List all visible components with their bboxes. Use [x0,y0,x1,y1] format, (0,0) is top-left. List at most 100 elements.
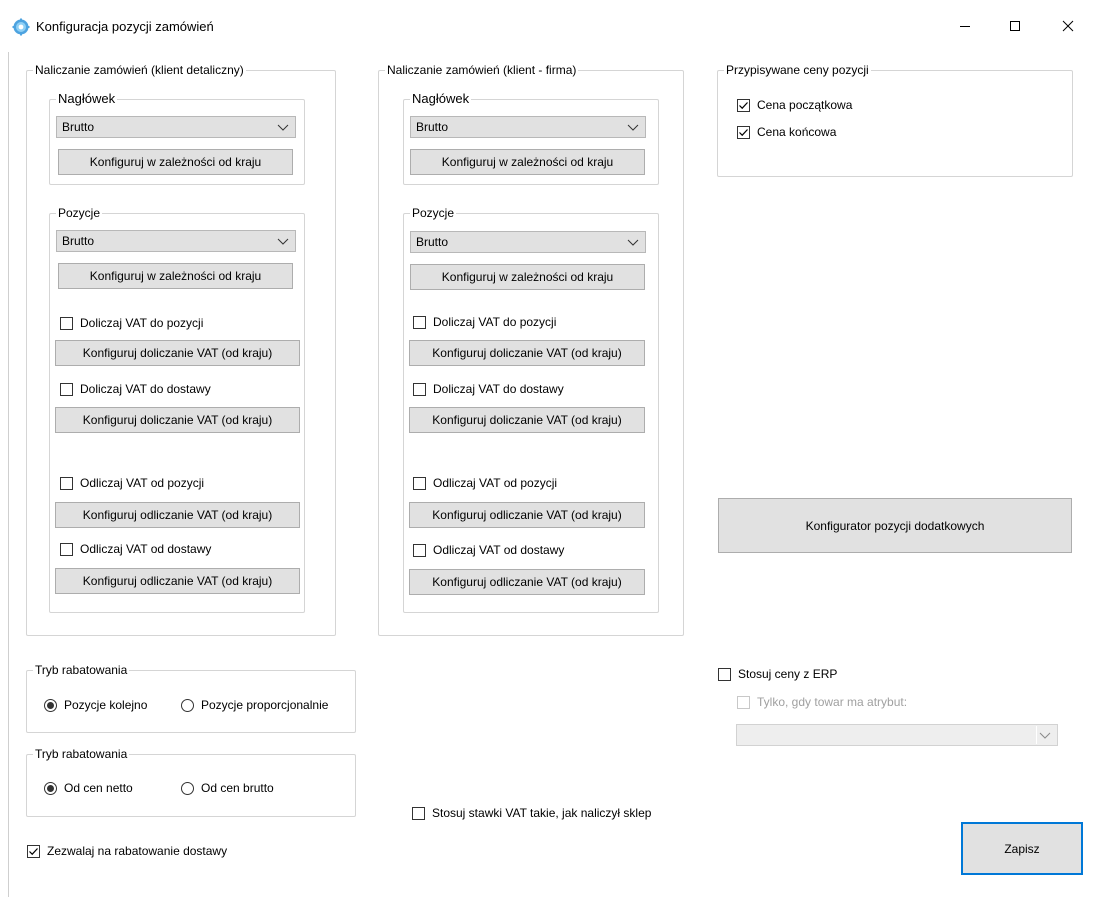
close-button[interactable] [1045,10,1091,42]
checkbox-box [737,695,750,709]
radio-gross[interactable]: Od cen brutto [181,780,274,796]
final-price-label: Cena końcowa [757,125,837,139]
radio-sequential[interactable]: Pozycje kolejno [44,697,147,713]
company-add-vat-positions-checkbox[interactable]: Doliczaj VAT do pozycji [413,314,556,330]
chevron-down-icon [627,239,639,246]
checkbox-box [413,543,426,557]
radio-dot [181,781,194,795]
only-attribute-checkbox[interactable]: Tylko, gdy towar ma atrybut: [737,694,907,710]
assigned-prices-legend: Przypisywane ceny pozycji [724,63,871,77]
checkmark-icon [29,847,38,855]
retail-positions-legend: Pozycje [56,206,103,220]
company-positions-select[interactable]: Brutto [410,231,646,253]
radio-dot [181,698,194,712]
checkbox-box [413,315,426,329]
chevron-down-icon [627,124,639,131]
only-attribute-label: Tylko, gdy towar ma atrybut: [757,695,908,709]
use-erp-prices-checkbox[interactable]: Stosuj ceny z ERP [718,666,837,682]
shop-vat-rates-label: Stosuj stawki VAT takie, jak naliczył sk… [432,806,652,820]
company-header-legend: Nagłówek [410,91,472,106]
retail-header-legend: Nagłówek [56,91,118,106]
retail-sub-vat-delivery-button[interactable]: Konfiguruj odliczanie VAT (od kraju) [55,568,300,594]
minimize-icon [960,26,970,27]
company-sub-vat-positions-button[interactable]: Konfiguruj odliczanie VAT (od kraju) [409,502,645,528]
company-add-vat-positions-button[interactable]: Konfiguruj doliczanie VAT (od kraju) [409,340,645,366]
company-sub-vat-delivery-checkbox[interactable]: Odliczaj VAT od dostawy [413,542,564,558]
company-header-select-value: Brutto [416,120,449,134]
company-header-select[interactable]: Brutto [410,116,646,138]
retail-sub-vat-delivery-checkbox[interactable]: Odliczaj VAT od dostawy [60,541,211,557]
extra-positions-configurator-button[interactable]: Konfigurator pozycji dodatkowych [718,498,1072,553]
close-icon [1062,20,1074,32]
retail-sub-vat-positions-label: Odliczaj VAT od pozycji [80,476,205,490]
checkbox-box [60,316,73,330]
company-sub-vat-delivery-label: Odliczaj VAT od dostawy [433,543,565,557]
maximize-button[interactable] [992,10,1038,42]
retail-add-vat-delivery-checkbox[interactable]: Doliczaj VAT do dostawy [60,381,211,397]
retail-add-vat-delivery-button[interactable]: Konfiguruj doliczanie VAT (od kraju) [55,407,300,433]
company-legend: Naliczanie zamówień (klient - firma) [385,63,579,77]
radio-net[interactable]: Od cen netto [44,780,133,796]
retail-add-vat-positions-button[interactable]: Konfiguruj doliczanie VAT (od kraju) [55,340,300,366]
checkbox-box [718,667,731,681]
chevron-down-icon [277,124,289,131]
save-button[interactable]: Zapisz [961,822,1083,875]
retail-sub-vat-positions-button[interactable]: Konfiguruj odliczanie VAT (od kraju) [55,502,300,528]
checkmark-icon [739,128,748,136]
checkbox-box [737,98,750,112]
checkmark-icon [739,101,748,109]
company-sub-vat-positions-label: Odliczaj VAT od pozycji [433,476,558,490]
select-divider [1036,726,1037,744]
checkbox-box [413,476,426,490]
allow-delivery-discount-checkbox[interactable]: Zezwalaj na rabatowanie dostawy [27,843,227,859]
chevron-down-icon [1039,732,1051,739]
company-header-configure-button[interactable]: Konfiguruj w zależności od kraju [410,149,645,175]
retail-header-configure-button[interactable]: Konfiguruj w zależności od kraju [58,149,293,175]
attribute-select[interactable] [736,724,1058,746]
checkbox-box [737,125,750,139]
radio-proportional[interactable]: Pozycje proporcjonalnie [181,697,328,713]
company-sub-vat-delivery-button[interactable]: Konfiguruj odliczanie VAT (od kraju) [409,569,645,595]
retail-sub-vat-delivery-label: Odliczaj VAT od dostawy [80,542,212,556]
retail-positions-select[interactable]: Brutto [56,230,296,252]
initial-price-checkbox[interactable]: Cena początkowa [737,97,852,113]
company-add-vat-delivery-label: Doliczaj VAT do dostawy [433,382,564,396]
radio-dot [44,781,57,795]
discount-mode-legend-2: Tryb rabatowania [33,747,130,761]
checkbox-box [60,476,73,490]
radio-proportional-label: Pozycje proporcjonalnie [201,698,329,712]
retail-add-vat-delivery-label: Doliczaj VAT do dostawy [80,382,211,396]
final-price-checkbox[interactable]: Cena końcowa [737,124,836,140]
retail-header-select-value: Brutto [62,120,95,134]
maximize-icon [1010,21,1020,31]
company-positions-configure-button[interactable]: Konfiguruj w zależności od kraju [410,264,645,290]
shop-vat-rates-checkbox[interactable]: Stosuj stawki VAT takie, jak naliczył sk… [412,805,651,821]
discount-mode-legend-1: Tryb rabatowania [33,663,130,677]
radio-gross-label: Od cen brutto [201,781,274,795]
retail-positions-configure-button[interactable]: Konfiguruj w zależności od kraju [58,263,293,289]
checkbox-box [60,382,73,396]
company-positions-legend: Pozycje [410,206,457,220]
company-add-vat-delivery-checkbox[interactable]: Doliczaj VAT do dostawy [413,381,564,397]
retail-add-vat-positions-checkbox[interactable]: Doliczaj VAT do pozycji [60,315,203,331]
retail-header-select[interactable]: Brutto [56,116,296,138]
window-edge [8,52,9,897]
checkbox-box [413,382,426,396]
company-add-vat-positions-label: Doliczaj VAT do pozycji [433,315,557,329]
company-sub-vat-positions-checkbox[interactable]: Odliczaj VAT od pozycji [413,475,557,491]
radio-net-label: Od cen netto [64,781,133,795]
retail-positions-select-value: Brutto [62,234,95,248]
allow-delivery-discount-label: Zezwalaj na rabatowanie dostawy [47,844,228,858]
extra-positions-configurator-label: Konfigurator pozycji dodatkowych [805,518,985,533]
radio-sequential-label: Pozycje kolejno [64,698,148,712]
retail-sub-vat-positions-checkbox[interactable]: Odliczaj VAT od pozycji [60,475,204,491]
chevron-down-icon [277,238,289,245]
checkbox-box [27,844,40,858]
save-button-label: Zapisz [1004,841,1040,856]
minimize-button[interactable] [942,10,988,42]
gear-icon [12,18,30,36]
company-add-vat-delivery-button[interactable]: Konfiguruj doliczanie VAT (od kraju) [409,407,645,433]
initial-price-label: Cena początkowa [757,98,853,112]
radio-dot [44,698,57,712]
window-title: Konfiguracja pozycji zamówień [36,19,214,34]
